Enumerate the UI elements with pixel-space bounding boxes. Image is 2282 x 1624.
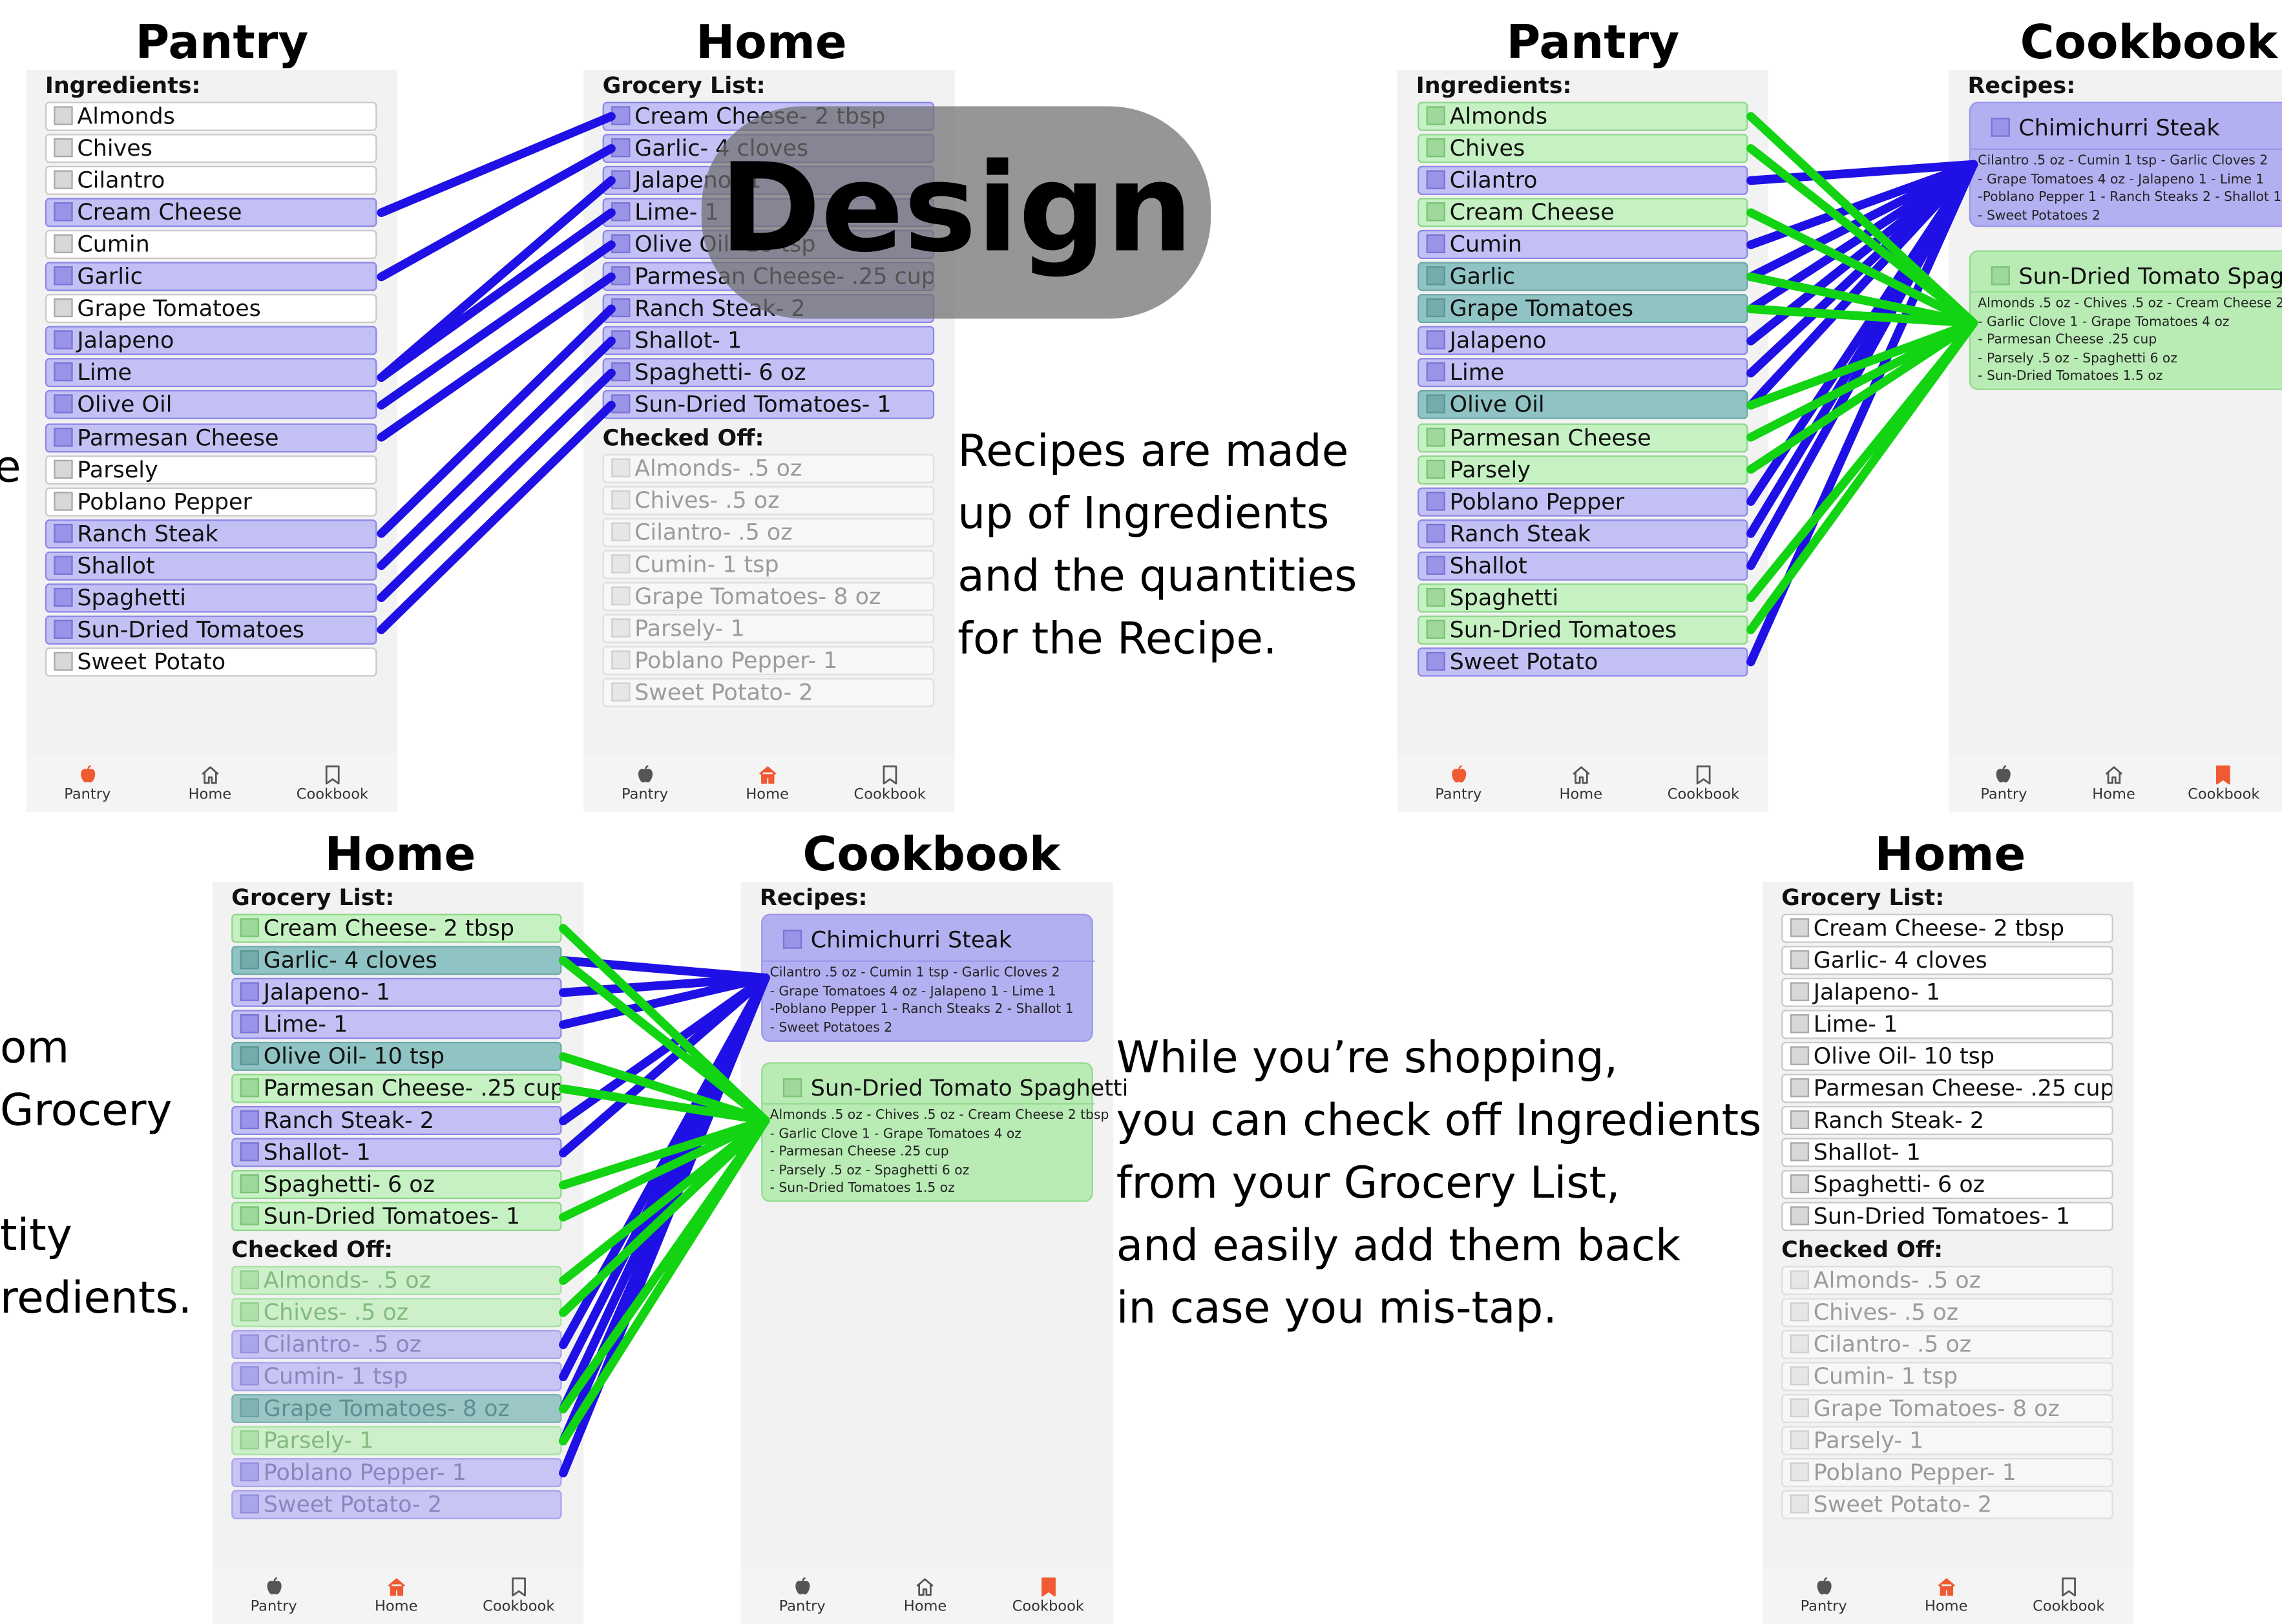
connector-line <box>377 240 616 410</box>
connector-lines <box>377 112 1978 1478</box>
storyboard: Pantry Ingredients: Almonds Chives Cilantr… <box>0 0 2282 1624</box>
connector-line <box>377 401 616 634</box>
connector-line <box>377 337 616 570</box>
connector-line <box>377 368 616 603</box>
